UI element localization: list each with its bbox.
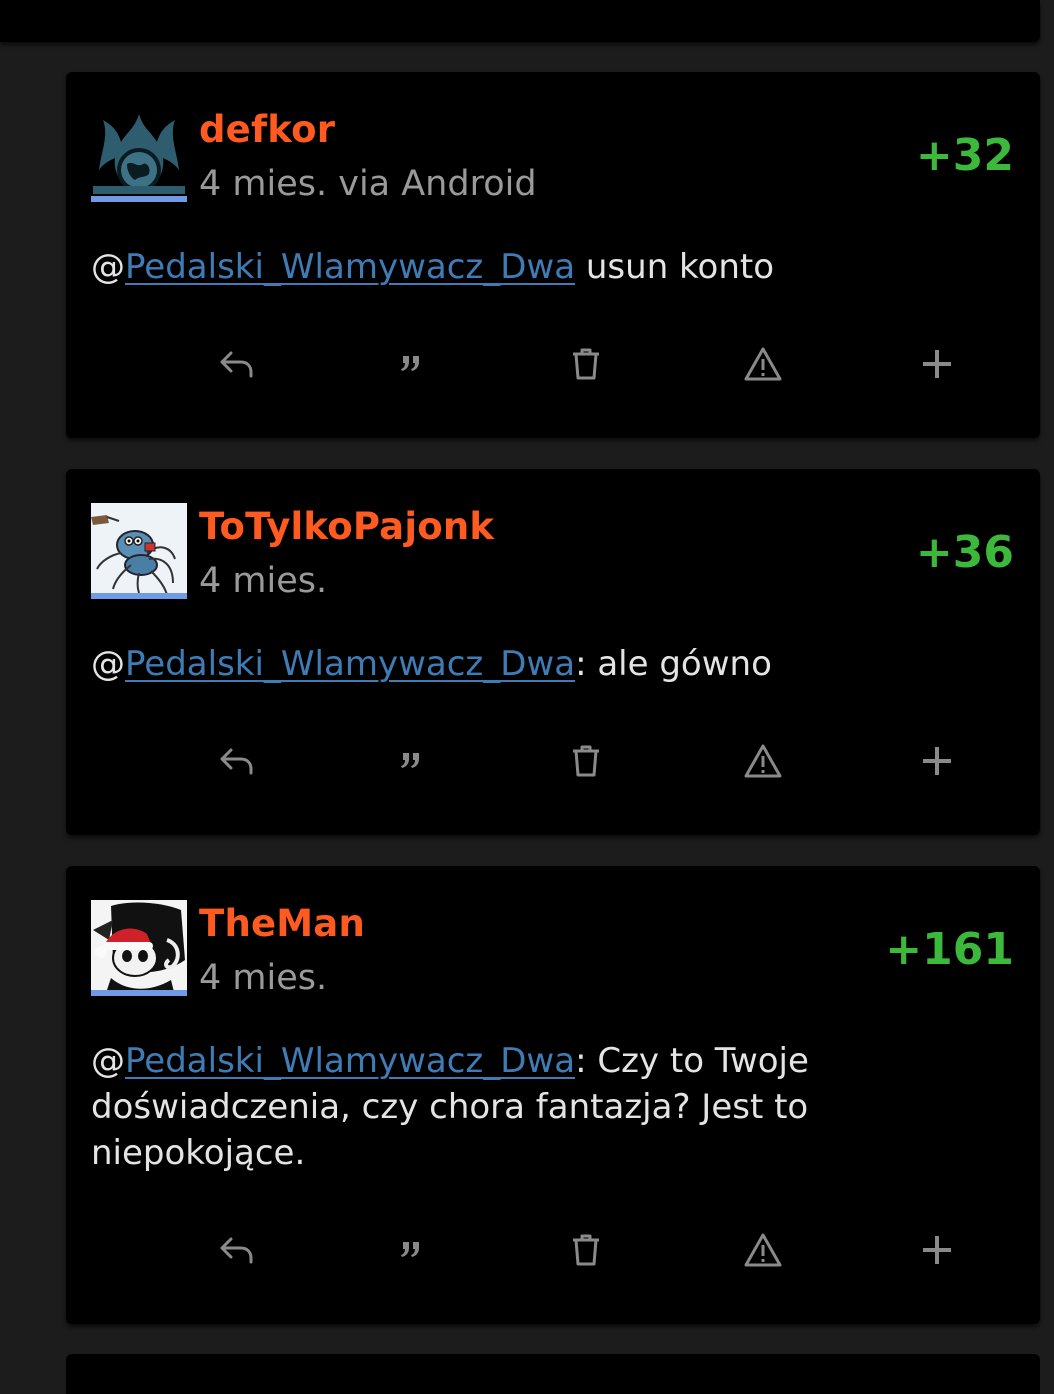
vote-score: +32 [915, 130, 1014, 181]
comment-meta: 4 mies. via Android [199, 164, 537, 204]
vote-score: +161 [885, 924, 1014, 975]
comment-body: @Pedalski_Wlamywacz_Dwa: ale gówno [91, 641, 911, 687]
comment-card: defkor 4 mies. via Android +32 @Pedalski… [66, 72, 1040, 438]
plus-icon [923, 1236, 951, 1264]
trash-icon [573, 1234, 599, 1266]
reply-icon [220, 351, 253, 378]
trash-icon [573, 348, 599, 380]
username[interactable]: ToTylkoPajonk [199, 505, 494, 548]
avatar-underline [91, 593, 187, 599]
comment-card: TheMan 4 mies. +161 @Pedalski_Wlamywacz_… [66, 866, 1040, 1324]
warning-icon [744, 1233, 782, 1267]
reply-button[interactable] [207, 1220, 267, 1280]
vote-score: +36 [915, 527, 1014, 578]
warning-icon [744, 347, 782, 381]
reply-button[interactable] [207, 334, 267, 394]
delete-button[interactable] [556, 1220, 616, 1280]
comment-card: ToTylkoPajonk 4 mies. +36 @Pedalski_Wlam… [66, 469, 1040, 835]
report-button[interactable] [733, 1220, 793, 1280]
quote-button[interactable] [381, 334, 441, 394]
user-mention-link[interactable]: Pedalski_Wlamywacz_Dwa [125, 247, 575, 287]
username[interactable]: defkor [199, 108, 335, 151]
quote-icon [401, 753, 419, 768]
mention-prefix: @ [91, 1041, 125, 1081]
comment-meta: 4 mies. [199, 561, 328, 601]
delete-button[interactable] [556, 334, 616, 394]
comment-body: @Pedalski_Wlamywacz_Dwa: Czy to Twoje do… [91, 1038, 911, 1176]
reply-icon [220, 1237, 253, 1264]
reply-button[interactable] [207, 731, 267, 791]
avatar[interactable] [91, 106, 187, 202]
comment-body: @Pedalski_Wlamywacz_Dwa usun konto [91, 244, 911, 290]
comment-text: : ale gówno [575, 644, 772, 684]
previous-comment-card [0, 0, 1040, 42]
avatar-underline [91, 196, 187, 202]
warning-icon [744, 744, 782, 778]
action-bar [66, 334, 1040, 394]
action-bar [66, 1220, 1040, 1280]
trash-icon [573, 745, 599, 777]
avatar[interactable] [91, 900, 187, 996]
quote-button[interactable] [381, 1220, 441, 1280]
quote-icon [401, 1242, 419, 1257]
username[interactable]: TheMan [199, 902, 365, 945]
quote-button[interactable] [381, 731, 441, 791]
report-button[interactable] [733, 334, 793, 394]
user-mention-link[interactable]: Pedalski_Wlamywacz_Dwa [125, 1041, 575, 1081]
comment-meta: 4 mies. [199, 958, 328, 998]
user-mention-link[interactable]: Pedalski_Wlamywacz_Dwa [125, 644, 575, 684]
upvote-button[interactable] [907, 334, 967, 394]
avatar-underline [91, 990, 187, 996]
report-button[interactable] [733, 731, 793, 791]
delete-button[interactable] [556, 731, 616, 791]
mention-prefix: @ [91, 644, 125, 684]
mention-prefix: @ [91, 247, 125, 287]
quote-icon [401, 356, 419, 371]
comment-text: usun konto [575, 247, 775, 287]
next-comment-card [66, 1354, 1040, 1394]
avatar[interactable] [91, 503, 187, 599]
plus-icon [923, 350, 951, 378]
upvote-button[interactable] [907, 731, 967, 791]
upvote-button[interactable] [907, 1220, 967, 1280]
plus-icon [923, 747, 951, 775]
action-bar [66, 731, 1040, 791]
reply-icon [220, 748, 253, 775]
